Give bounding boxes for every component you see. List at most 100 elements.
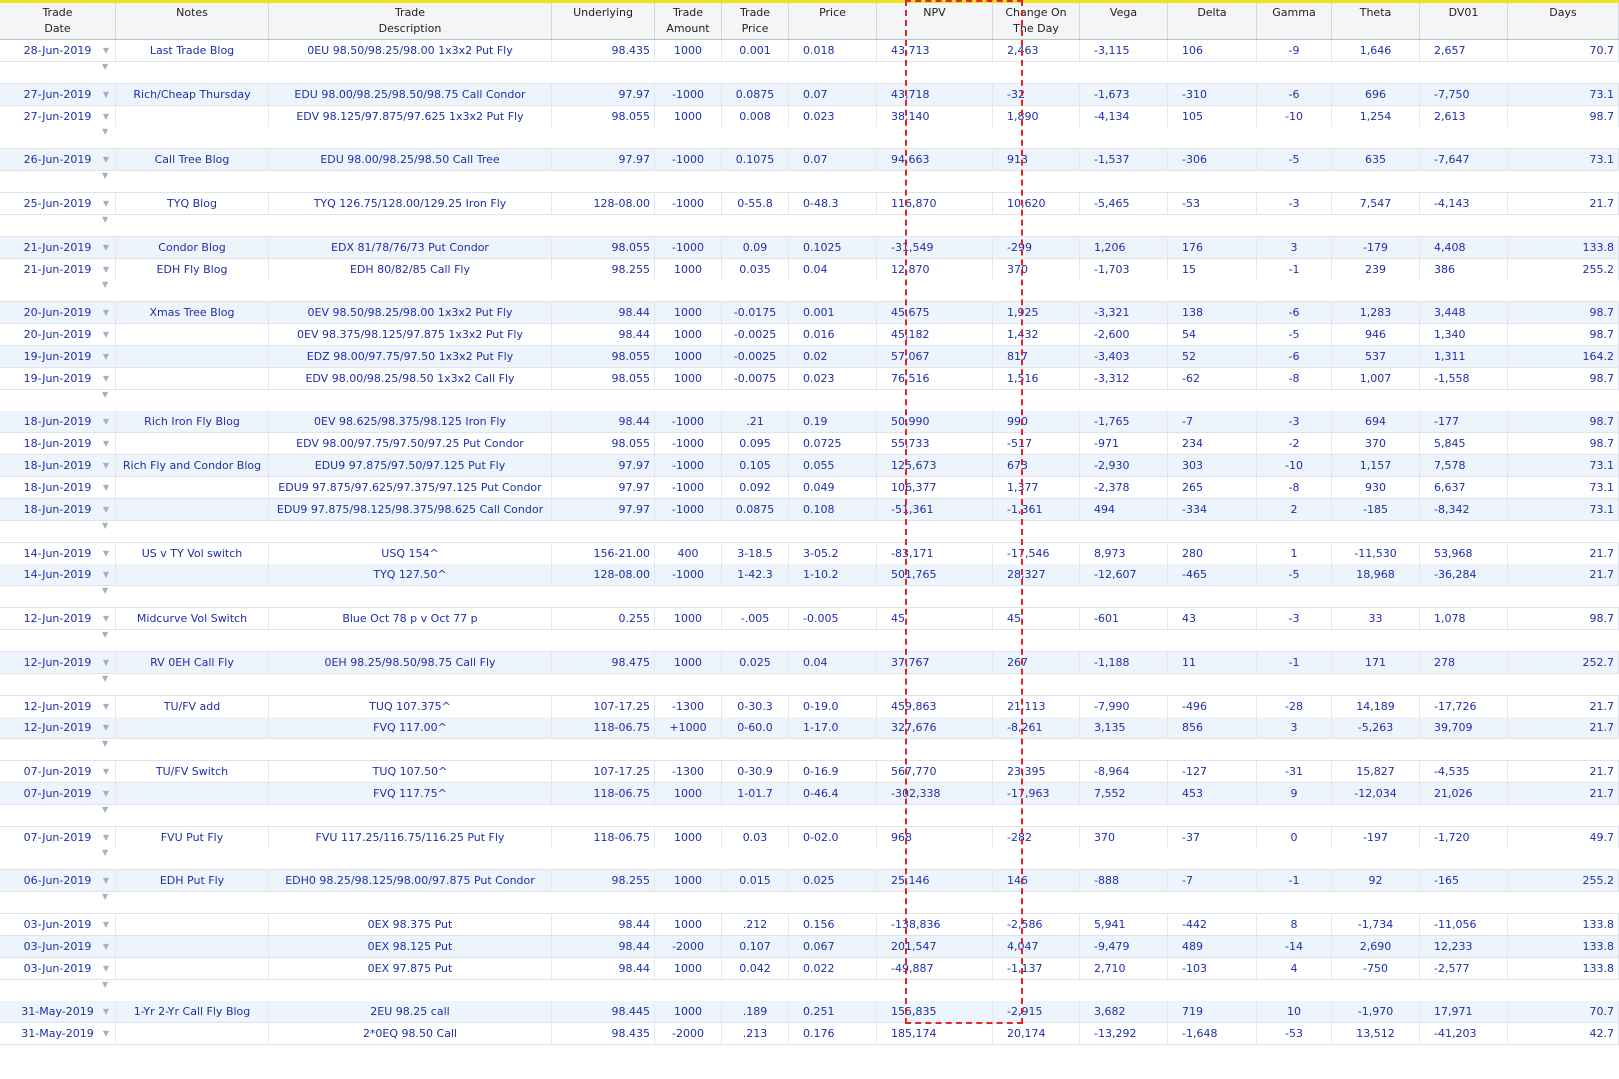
cell-price[interactable]: 0.1025 (789, 236, 877, 258)
cell-vega[interactable]: 3,135 (1080, 717, 1168, 739)
chevron-down-icon[interactable]: ▼ (102, 739, 108, 748)
cell-price[interactable]: 0.04 (789, 651, 877, 673)
chevron-down-icon[interactable]: ▼ (103, 84, 109, 105)
cell-delta[interactable]: 265 (1168, 477, 1257, 498)
cell-npv[interactable]: 12,870 (877, 258, 993, 280)
cell-change[interactable]: 20,174 (993, 1023, 1080, 1045)
table-row[interactable]: 12-Jun-2019 ▼ FVQ 117.00^ 118-06.75 +1000 0-6… (0, 717, 1619, 740)
blank-row[interactable]: ▼ (0, 389, 1619, 412)
cell-days[interactable]: 73.1 (1508, 149, 1619, 171)
cell-vega[interactable]: -1,537 (1080, 149, 1168, 171)
table-row[interactable]: 28-Jun-2019 ▼ Last Trade Blog 0EU 98.50/98.… (0, 40, 1619, 62)
cell-dv01[interactable]: -17,726 (1420, 695, 1508, 717)
blank-row[interactable]: ▼ (0, 586, 1619, 609)
cell-tprice[interactable]: .189 (722, 1001, 789, 1023)
chevron-down-icon[interactable]: ▼ (103, 564, 109, 585)
cell-days[interactable]: 252.7 (1508, 651, 1619, 673)
cell-underlying[interactable]: 98.055 (552, 105, 655, 127)
cell-vega[interactable]: -2,378 (1080, 477, 1168, 498)
chevron-down-icon[interactable]: ▼ (102, 848, 108, 857)
cell-amount[interactable]: 1000 (655, 258, 722, 280)
chevron-down-icon[interactable]: ▼ (103, 433, 109, 454)
cell-delta[interactable]: 43 (1168, 608, 1257, 630)
cell-vega[interactable]: -1,703 (1080, 258, 1168, 280)
cell-delta[interactable]: -306 (1168, 149, 1257, 171)
cell-underlying[interactable]: 98.435 (552, 40, 655, 61)
table-row[interactable]: 25-Jun-2019 ▼ TYQ Blog TYQ 126.75/128.00/12… (0, 192, 1619, 215)
table-row[interactable]: 03-Jun-2019 ▼ 0EX 98.125 Put 98.44 -2000 0.10… (0, 935, 1619, 958)
cell-date[interactable]: 07-Jun-2019 ▼ (0, 782, 116, 804)
chevron-down-icon[interactable]: ▼ (103, 302, 109, 323)
cell-date[interactable]: 03-Jun-2019 ▼ (0, 935, 116, 957)
cell-change[interactable]: -299 (993, 236, 1080, 258)
cell-theta[interactable]: 15,827 (1332, 761, 1420, 783)
cell-days[interactable]: 42.7 (1508, 1023, 1619, 1045)
chevron-down-icon[interactable]: ▼ (102, 390, 108, 399)
cell-price[interactable]: 0-16.9 (789, 761, 877, 783)
cell-gamma[interactable]: -31 (1257, 761, 1332, 783)
cell-underlying[interactable]: 98.44 (552, 957, 655, 979)
cell-delta[interactable]: 234 (1168, 433, 1257, 455)
table-row[interactable]: 27-Jun-2019 ▼ Rich/Cheap Thursday EDU 98.00… (0, 83, 1619, 106)
cell-gamma[interactable]: -9 (1257, 40, 1332, 61)
cell-date[interactable]: 14-Jun-2019 ▼ (0, 564, 116, 586)
cell-vega[interactable]: 1,206 (1080, 236, 1168, 258)
cell-underlying[interactable]: 98.055 (552, 236, 655, 258)
cell-underlying[interactable]: 98.44 (552, 914, 655, 935)
cell-dv01[interactable]: 12,233 (1420, 935, 1508, 957)
cell-date[interactable]: 26-Jun-2019 ▼ (0, 149, 116, 171)
cell-price[interactable]: 0-48.3 (789, 192, 877, 214)
cell-date[interactable]: 20-Jun-2019 ▼ (0, 324, 116, 346)
cell-dv01[interactable]: 17,971 (1420, 1001, 1508, 1023)
cell-days[interactable]: 164.2 (1508, 345, 1619, 367)
cell-theta[interactable]: 370 (1332, 433, 1420, 455)
cell-theta[interactable]: 694 (1332, 411, 1420, 433)
cell-dv01[interactable]: 3,448 (1420, 302, 1508, 324)
col-header-price[interactable]: Price (789, 3, 877, 39)
cell-delta[interactable]: -465 (1168, 564, 1257, 586)
cell-change[interactable]: 913 (993, 149, 1080, 171)
table-row[interactable]: 21-Jun-2019 ▼ EDH Fly Blog EDH 80/82/85 Cal… (0, 258, 1619, 281)
cell-theta[interactable]: -185 (1332, 498, 1420, 520)
table-row[interactable]: 27-Jun-2019 ▼ EDV 98.125/97.875/97.625 1x3… (0, 105, 1619, 128)
chevron-down-icon[interactable]: ▼ (102, 521, 108, 530)
cell-npv[interactable]: 50,990 (877, 411, 993, 433)
chevron-down-icon[interactable]: ▼ (103, 914, 109, 935)
cell-price[interactable]: 0-19.0 (789, 695, 877, 717)
cell-amount[interactable]: -1000 (655, 455, 722, 477)
cell-days[interactable]: 98.7 (1508, 608, 1619, 630)
chevron-down-icon[interactable]: ▼ (103, 106, 109, 127)
cell-change[interactable]: 28,327 (993, 564, 1080, 586)
chevron-down-icon[interactable]: ▼ (103, 1023, 109, 1044)
cell-dv01[interactable]: -1,558 (1420, 367, 1508, 389)
cell-theta[interactable]: -750 (1332, 957, 1420, 979)
cell-gamma[interactable]: 8 (1257, 914, 1332, 935)
cell-delta[interactable]: 489 (1168, 935, 1257, 957)
cell-change[interactable]: 673 (993, 455, 1080, 477)
cell-price[interactable]: 0.018 (789, 40, 877, 61)
cell-days[interactable]: 98.7 (1508, 302, 1619, 324)
cell-delta[interactable]: 15 (1168, 258, 1257, 280)
cell-notes[interactable]: Rich/Cheap Thursday (116, 83, 269, 105)
cell-change[interactable]: 1,377 (993, 477, 1080, 498)
cell-price[interactable]: 0-02.0 (789, 826, 877, 848)
cell-date[interactable]: 07-Jun-2019 ▼ (0, 826, 116, 848)
cell-vega[interactable]: -5,465 (1080, 192, 1168, 214)
cell-days[interactable]: 255.2 (1508, 870, 1619, 892)
cell-amount[interactable]: -1000 (655, 477, 722, 498)
cell-theta[interactable]: 930 (1332, 477, 1420, 498)
cell-vega[interactable]: -1,765 (1080, 411, 1168, 433)
cell-dv01[interactable]: 1,340 (1420, 324, 1508, 346)
cell-desc[interactable]: 0EU 98.50/98.25/98.00 1x3x2 Put Fly (269, 40, 552, 61)
cell-desc[interactable]: EDU 98.00/98.25/98.50 Call Tree (269, 149, 552, 171)
col-header-days[interactable]: Days (1508, 3, 1619, 39)
cell-gamma[interactable]: -8 (1257, 477, 1332, 498)
cell-notes[interactable]: TYQ Blog (116, 192, 269, 214)
cell-change[interactable]: -32 (993, 83, 1080, 105)
cell-gamma[interactable]: -5 (1257, 149, 1332, 171)
cell-notes[interactable] (116, 433, 269, 455)
chevron-down-icon[interactable]: ▼ (103, 259, 109, 280)
cell-delta[interactable]: 106 (1168, 40, 1257, 61)
chevron-down-icon[interactable]: ▼ (102, 630, 108, 639)
cell-delta[interactable]: -62 (1168, 367, 1257, 389)
